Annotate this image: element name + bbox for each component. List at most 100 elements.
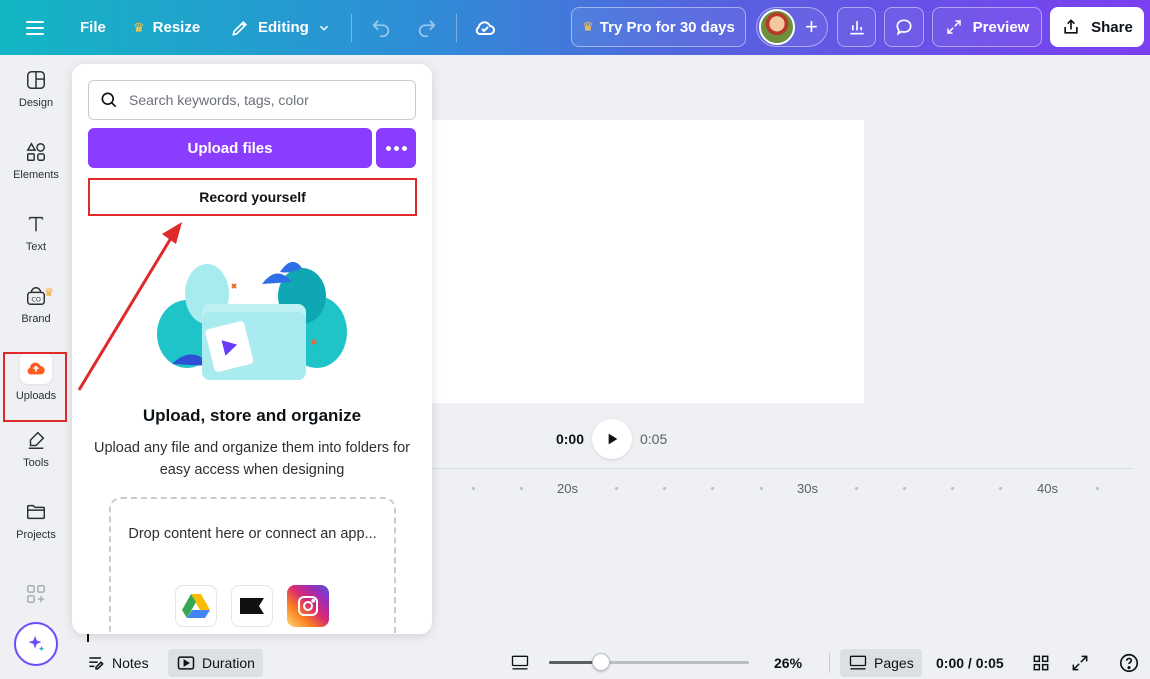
comments-button[interactable] <box>884 7 924 47</box>
upload-files-button[interactable]: Upload files <box>88 128 372 168</box>
search-box[interactable] <box>88 80 416 120</box>
preview-button[interactable]: Preview <box>932 7 1042 47</box>
fullscreen-button[interactable] <box>1070 649 1090 677</box>
dot-icon <box>385 145 391 151</box>
time-value: 0:00 / 0:05 <box>936 655 1004 671</box>
apps-grid-icon <box>27 585 45 603</box>
sidebar-item-design[interactable]: Design <box>0 55 72 123</box>
editing-label: Editing <box>258 19 309 36</box>
toolbar-divider <box>456 14 457 42</box>
timeline-tick <box>760 487 763 490</box>
timeline-label-40s: 40s <box>1037 481 1058 496</box>
zoom-slider-thumb[interactable] <box>592 653 610 671</box>
collaborators-group[interactable]: + <box>756 7 828 47</box>
toolbar-divider <box>351 14 352 42</box>
notes-icon <box>89 657 104 670</box>
sidebar-item-label: Tools <box>23 457 49 469</box>
share-label: Share <box>1091 18 1133 36</box>
sidebar-item-elements[interactable]: Elements <box>0 127 72 195</box>
hamburger-menu-icon[interactable] <box>26 0 48 55</box>
sidebar-item-projects[interactable]: Projects <box>0 487 72 555</box>
svg-text:CO: CO <box>31 296 41 304</box>
sidebar-item-label: Elements <box>13 169 59 181</box>
design-canvas-page[interactable] <box>432 120 864 403</box>
timeline-tick <box>1096 487 1099 490</box>
editing-mode-button[interactable]: Editing <box>230 0 331 55</box>
timeline-track[interactable] <box>432 468 1132 469</box>
video-play-icon <box>177 656 195 670</box>
record-yourself-button[interactable]: Record yourself <box>88 178 417 216</box>
sidebar-item-text[interactable]: Text <box>0 199 72 267</box>
timeline-tick <box>903 487 906 490</box>
try-pro-label: Try Pro for 30 days <box>599 18 735 36</box>
play-button[interactable] <box>592 419 632 459</box>
dropbox-style-app-button[interactable] <box>231 585 273 627</box>
help-button[interactable] <box>1118 649 1140 677</box>
sidebar-item-tools[interactable]: Tools <box>0 415 72 483</box>
grid-view-button[interactable] <box>1031 649 1051 677</box>
page-layout-icon <box>511 655 529 670</box>
help-question-icon <box>1119 653 1139 673</box>
try-pro-button[interactable]: ♛ Try Pro for 30 days <box>571 7 746 47</box>
file-label: File <box>80 19 106 36</box>
timeline-label-20s: 20s <box>557 481 578 496</box>
text-t-icon <box>28 216 44 232</box>
duration-label: Duration <box>202 655 255 671</box>
time-readout: 0:00 / 0:05 <box>936 649 1004 677</box>
zoom-level[interactable]: 26% <box>774 649 802 677</box>
uploads-panel: Upload files Record yourself Upload, sto… <box>72 64 432 634</box>
dot-icon <box>393 145 399 151</box>
crown-icon: ♛ <box>582 19 594 34</box>
expand-icon <box>946 20 961 34</box>
preview-label: Preview <box>972 18 1030 36</box>
sidebar-item-apps[interactable] <box>0 559 72 629</box>
folder-icon <box>27 504 45 520</box>
zoom-slider[interactable] <box>549 653 749 671</box>
instagram-button[interactable] <box>287 585 329 627</box>
grid-icon <box>1033 655 1049 671</box>
timeline-tick <box>951 487 954 490</box>
sidebar-item-label: Design <box>18 97 54 109</box>
timeline-tick <box>999 487 1002 490</box>
notes-button[interactable]: Notes <box>86 649 149 677</box>
file-menu-button[interactable]: File <box>80 0 106 55</box>
insights-button[interactable] <box>837 7 876 47</box>
record-yourself-label: Record yourself <box>199 189 306 205</box>
notes-label: Notes <box>112 655 149 671</box>
more-options-button[interactable] <box>376 128 416 168</box>
page-thumbnail-toggle[interactable] <box>510 649 530 677</box>
uploads-illustration <box>157 261 347 380</box>
search-input[interactable] <box>129 92 399 108</box>
share-button[interactable]: Share <box>1050 7 1144 47</box>
undo-button[interactable] <box>370 0 392 55</box>
magic-assistant-button[interactable] <box>14 622 58 666</box>
upload-files-label: Upload files <box>187 139 273 157</box>
save-status-button[interactable] <box>473 0 497 55</box>
cloud-check-icon <box>475 20 495 35</box>
duration-button[interactable]: Duration <box>168 649 263 677</box>
pages-button[interactable]: Pages <box>840 649 922 677</box>
panel-heading: Upload, store and organize <box>142 406 362 425</box>
resize-label: Resize <box>152 19 201 36</box>
fullscreen-icon <box>1072 655 1088 671</box>
resize-button[interactable]: ♛ Resize <box>133 0 200 55</box>
google-drive-icon <box>182 594 210 618</box>
dot-icon <box>401 145 407 151</box>
timeline-label-30s: 30s <box>797 481 818 496</box>
timeline-tick <box>472 487 475 490</box>
timeline-tick <box>711 487 714 490</box>
redo-button[interactable] <box>416 0 438 55</box>
top-bar: File ♛ Resize Editing ♛ Try Pro for 30 d… <box>0 0 1150 55</box>
search-icon <box>101 92 117 108</box>
timeline-tick <box>520 487 523 490</box>
drop-zone[interactable]: Drop content here or connect an app... <box>109 497 396 634</box>
sparkle-icon <box>28 635 45 652</box>
google-drive-button[interactable] <box>175 585 217 627</box>
sidebar-item-brand[interactable]: CO Brand ♛ <box>0 271 72 339</box>
avatar <box>759 9 795 45</box>
speech-bubble-icon <box>896 19 912 36</box>
left-sidebar: Design Elements Text CO Brand ♛ Uploads … <box>0 55 72 679</box>
chevron-down-icon <box>319 25 328 31</box>
playback-controls: 0:00 0:05 <box>540 418 740 460</box>
sidebar-item-label: Text <box>25 241 47 253</box>
